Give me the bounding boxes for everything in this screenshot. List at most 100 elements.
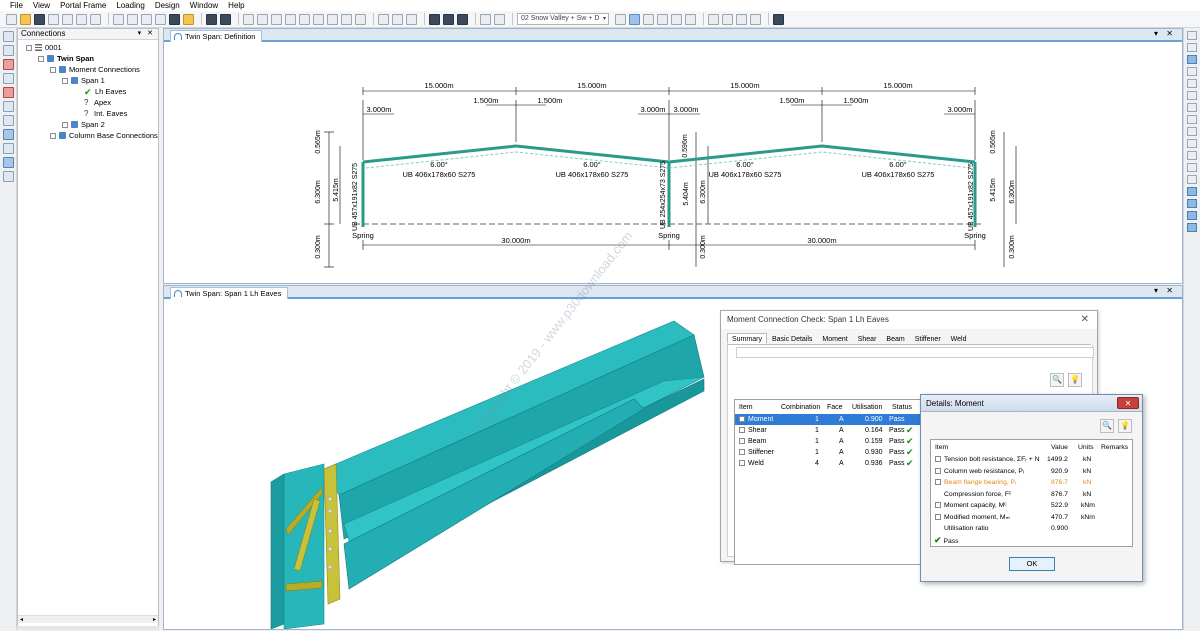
menu-design[interactable]: Design [155, 1, 180, 10]
tab-beam[interactable]: Beam [881, 333, 909, 344]
properties-icon[interactable] [90, 13, 101, 25]
menu-view[interactable]: View [33, 1, 50, 10]
tree-node-moment-connections[interactable]: Moment Connections [50, 64, 140, 75]
first-icon[interactable] [708, 13, 719, 25]
view-front-icon[interactable] [3, 129, 14, 140]
check-icon[interactable] [355, 13, 366, 25]
undo-icon[interactable] [3, 101, 14, 112]
export-icon[interactable] [76, 13, 87, 25]
collapse-icon[interactable] [26, 44, 32, 51]
table-row[interactable]: Beam flange bearing, Pᵣ 876.7 kN [931, 477, 1132, 489]
panel-bottom-tabs[interactable] [17, 626, 159, 630]
reactions-icon[interactable] [685, 13, 696, 25]
tree-node-span-2[interactable]: Span 2 [62, 119, 105, 130]
section-icon[interactable] [378, 13, 389, 25]
ok-button[interactable]: OK [1009, 557, 1055, 571]
bolt-icon[interactable] [1187, 175, 1197, 184]
refresh-icon[interactable] [1187, 91, 1197, 100]
layers-icon[interactable] [1187, 139, 1197, 148]
pane-controls[interactable]: ▾ ✕ [1154, 286, 1176, 295]
print-icon[interactable] [48, 13, 59, 25]
check-all-icon[interactable] [1187, 79, 1197, 88]
table-icon[interactable] [1187, 103, 1197, 112]
rotate-icon[interactable] [3, 73, 14, 84]
plate-icon[interactable] [1187, 163, 1197, 172]
scroll-right-icon[interactable]: ▸ [153, 616, 156, 623]
open-folder-icon[interactable] [20, 13, 31, 25]
table-row[interactable]: Compression force, Fᶜ 876.7 kN [931, 489, 1132, 501]
load-case-select[interactable]: 02 Snow Valley + Sw + D ▾ [517, 13, 609, 25]
redo-icon[interactable] [3, 115, 14, 126]
bracing-icon[interactable] [327, 13, 338, 25]
copy-icon[interactable] [127, 13, 138, 25]
lightbulb-icon[interactable]: 💡 [1118, 419, 1132, 433]
menu-help[interactable]: Help [228, 1, 244, 10]
tree-node-column-base[interactable]: Column Base Connections [50, 130, 158, 141]
table-row[interactable]: Column web resistance, Pᵢ 920.9 kN [931, 466, 1132, 478]
monitor-icon[interactable] [1187, 187, 1197, 196]
select-icon[interactable] [1187, 55, 1197, 64]
horizontal-scrollbar[interactable]: ◂ ▸ [18, 615, 158, 623]
tab-moment[interactable]: Moment [817, 333, 852, 344]
tab-span1-lh-eaves[interactable]: Twin Span: Span 1 Lh Eaves [170, 287, 289, 299]
summary-text-field[interactable] [736, 347, 1094, 358]
tab-stiffener[interactable]: Stiffener [910, 333, 946, 344]
grid-icon[interactable] [206, 13, 217, 25]
import-icon[interactable] [1187, 211, 1197, 220]
tab-shear[interactable]: Shear [853, 333, 882, 344]
material-icon[interactable] [392, 13, 403, 25]
results-icon[interactable] [629, 13, 640, 25]
menu-portal-frame[interactable]: Portal Frame [60, 1, 106, 10]
expand-icon[interactable] [62, 121, 68, 128]
axial-icon[interactable] [671, 13, 682, 25]
view-side-icon[interactable] [3, 143, 14, 154]
portal-icon[interactable] [257, 13, 268, 25]
print-preview-icon[interactable] [62, 13, 73, 25]
shear-icon[interactable] [657, 13, 668, 25]
model-icon[interactable] [3, 59, 14, 70]
restraint-icon[interactable] [285, 13, 296, 25]
tab-weld[interactable]: Weld [946, 333, 972, 344]
deflection-icon[interactable] [494, 13, 505, 25]
close-icon[interactable]: ✕ [1117, 397, 1139, 409]
weld-icon[interactable] [1187, 151, 1197, 160]
collapse-icon[interactable] [50, 66, 56, 73]
table-row[interactable]: Moment capacity, Mᶜ 522.9 kNm [931, 500, 1132, 512]
moment-icon[interactable] [643, 13, 654, 25]
support-icon[interactable] [271, 13, 282, 25]
report-icon[interactable] [406, 13, 417, 25]
menu-window[interactable]: Window [190, 1, 218, 10]
collapse-icon[interactable] [38, 55, 44, 62]
tree-node-lh-eaves[interactable]: ✔ Lh Eaves [84, 86, 126, 97]
export-icon[interactable] [1187, 199, 1197, 208]
table-row[interactable]: Tension bolt resistance, ΣFᵣ + N 1499.2 … [931, 454, 1132, 466]
view-plan-icon[interactable] [3, 171, 14, 182]
tab-definition[interactable]: Twin Span: Definition [170, 30, 263, 42]
tab-basic-details[interactable]: Basic Details [767, 333, 817, 344]
zoom-icon[interactable] [3, 31, 14, 42]
expand-icon[interactable] [50, 132, 56, 139]
zoom-in-icon[interactable] [1187, 31, 1197, 40]
load-icon[interactable] [341, 13, 352, 25]
hint-icon[interactable] [183, 13, 194, 25]
member-icon[interactable] [299, 13, 310, 25]
tree-node-twin-span[interactable]: Twin Span [38, 53, 94, 64]
add-icon[interactable] [1187, 43, 1197, 52]
last-icon[interactable] [750, 13, 761, 25]
save-icon[interactable] [34, 13, 45, 25]
connection-icon[interactable] [773, 13, 784, 25]
tree-node-span-1[interactable]: Span 1 [62, 75, 105, 86]
table-row[interactable]: Utilisation ratio 0.900 [931, 523, 1132, 535]
stop-icon[interactable] [3, 87, 14, 98]
scroll-left-icon[interactable]: ◂ [20, 616, 23, 623]
search-icon[interactable]: 🔍 [1050, 373, 1064, 387]
check-icon[interactable] [1187, 67, 1197, 76]
tab-summary[interactable]: Summary [727, 333, 767, 344]
table-row[interactable]: Modified moment, Mₘ 470.7 kNm [931, 512, 1132, 524]
frame-icon[interactable] [220, 13, 231, 25]
paste-icon[interactable] [141, 13, 152, 25]
pane-controls[interactable]: ▾ ✕ [1154, 29, 1176, 38]
table-icon[interactable] [443, 13, 454, 25]
lightbulb-icon[interactable]: 💡 [1068, 373, 1082, 387]
delete-icon[interactable] [155, 13, 166, 25]
